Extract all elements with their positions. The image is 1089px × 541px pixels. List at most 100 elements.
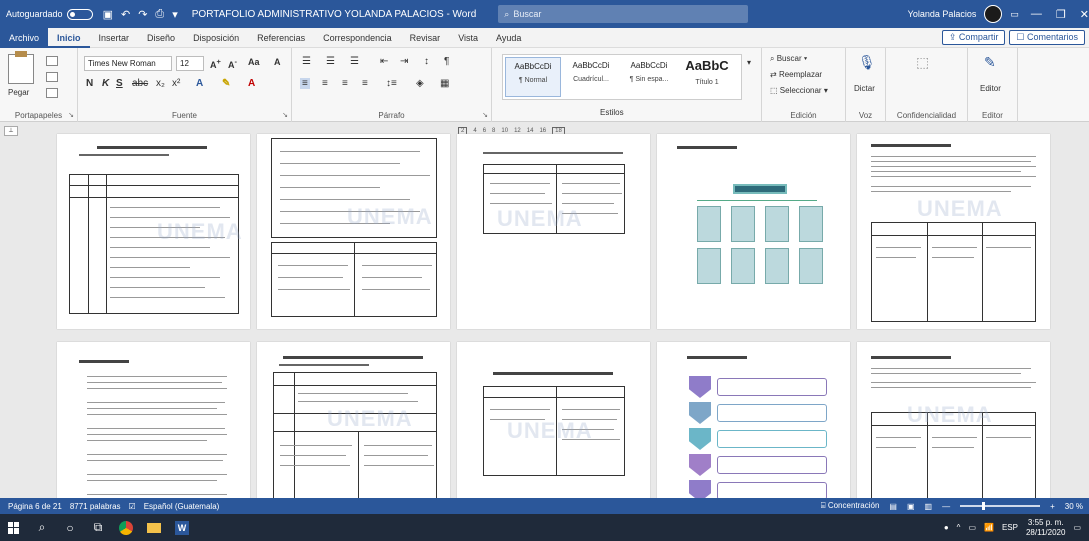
document-canvas[interactable]: ⊥ 2 4 6 8 10 12 14 16 18 UNEMA UNEMA UNE… <box>0 122 1089 512</box>
cortana-icon[interactable]: ○ <box>56 514 84 541</box>
language-status[interactable]: Español (Guatemala) <box>144 502 220 511</box>
decrease-indent-icon[interactable]: ⇤ <box>380 56 388 67</box>
keyboard-language[interactable]: ESP <box>1002 523 1018 532</box>
page-thumbnail[interactable] <box>657 342 850 512</box>
page-thumbnail[interactable]: UNEMA <box>857 134 1050 329</box>
save-icon[interactable]: ▣ <box>103 8 113 21</box>
zoom-slider[interactable] <box>960 502 1041 510</box>
justify-icon[interactable]: ≡ <box>362 78 368 89</box>
editor-button[interactable]: Editor <box>980 84 1001 93</box>
notifications-icon[interactable]: ▭ <box>1073 523 1081 532</box>
battery-icon[interactable]: ▭ <box>968 523 976 532</box>
task-view-icon[interactable]: ⧉ <box>84 514 112 541</box>
print-icon[interactable]: ⎙ <box>155 8 164 21</box>
file-explorer-icon[interactable] <box>140 514 168 541</box>
font-color-icon[interactable]: A <box>248 78 255 89</box>
tab-diseno[interactable]: Diseño <box>138 28 184 48</box>
line-spacing-icon[interactable]: ↕≡ <box>386 78 397 89</box>
dictate-button[interactable]: Dictar <box>854 84 875 93</box>
tab-archivo[interactable]: Archivo <box>0 27 49 48</box>
superscript-icon[interactable]: x² <box>172 78 180 89</box>
page-thumbnail[interactable]: UNEMA <box>257 134 450 329</box>
user-area[interactable]: Yolanda Palacios ▭ <box>908 5 1019 23</box>
tab-disposicion[interactable]: Disposición <box>184 28 248 48</box>
microphone-icon[interactable]: 🎙 <box>858 54 876 71</box>
clear-format-icon[interactable]: A <box>274 57 281 67</box>
numbering-icon[interactable]: ☰ <box>326 56 335 67</box>
word-app-icon[interactable]: W <box>168 514 196 541</box>
replace-button[interactable]: ⇄ Reemplazar <box>770 70 822 79</box>
show-marks-icon[interactable]: ¶ <box>444 56 449 67</box>
copy-icon[interactable] <box>46 72 58 82</box>
start-button[interactable] <box>0 514 28 541</box>
tab-insertar[interactable]: Insertar <box>90 28 139 48</box>
shrink-font-icon[interactable]: A- <box>228 57 237 70</box>
bullets-icon[interactable]: ☰ <box>302 56 311 67</box>
font-size-box[interactable]: 12 <box>176 56 204 71</box>
tab-referencias[interactable]: Referencias <box>248 28 314 48</box>
customize-icon[interactable]: ▾ <box>172 8 178 21</box>
clock[interactable]: 3:55 p. m. 28/11/2020 <box>1026 518 1065 538</box>
page-thumbnail[interactable]: UNEMA <box>257 342 450 512</box>
search-box[interactable]: ⌕ Buscar <box>498 5 749 23</box>
format-painter-icon[interactable] <box>46 88 58 98</box>
undo-icon[interactable]: ↶ <box>121 8 130 21</box>
align-right-icon[interactable]: ≡ <box>342 78 348 89</box>
page-thumbnail[interactable] <box>657 134 850 329</box>
page-thumbnail[interactable]: UNEMA <box>57 134 250 329</box>
tab-ayuda[interactable]: Ayuda <box>487 28 530 48</box>
focus-mode-button[interactable]: ⌸ Concentración <box>821 501 880 511</box>
highlight-icon[interactable]: ✎ <box>222 78 230 89</box>
strikethrough-icon[interactable]: abc <box>132 78 148 89</box>
people-icon[interactable]: ● <box>944 523 949 532</box>
restore-icon[interactable]: ❐ <box>1056 8 1066 21</box>
print-layout-icon[interactable]: ▣ <box>907 502 915 511</box>
underline-icon[interactable]: S <box>116 78 123 89</box>
page-thumbnail[interactable]: UNEMA <box>857 342 1050 512</box>
select-button[interactable]: ⬚ Seleccionar ▾ <box>770 86 828 95</box>
font-name-box[interactable]: Times New Roman <box>84 56 172 71</box>
web-layout-icon[interactable]: ▥ <box>925 502 933 511</box>
proofing-icon[interactable]: ☑ <box>129 502 136 511</box>
editor-icon[interactable]: ✎ <box>984 54 996 71</box>
find-button[interactable]: ⌕ Buscar ▾ <box>770 54 807 64</box>
style-cuadricula[interactable]: AaBbCcDi Cuadrícul... <box>563 57 619 97</box>
paragraph-launcher-icon[interactable]: ↘ <box>482 111 488 119</box>
page-thumbnail[interactable] <box>57 342 250 512</box>
minimize-icon[interactable]: — <box>1031 8 1042 21</box>
text-effects-icon[interactable]: A <box>196 78 203 89</box>
font-launcher-icon[interactable]: ↘ <box>282 111 288 119</box>
borders-icon[interactable]: ▦ <box>440 78 449 89</box>
chrome-icon[interactable] <box>112 514 140 541</box>
cut-icon[interactable] <box>46 56 58 66</box>
tab-correspondencia[interactable]: Correspondencia <box>314 28 401 48</box>
share-button[interactable]: ⇪ Compartir <box>941 30 1006 45</box>
align-center-icon[interactable]: ≡ <box>322 78 328 89</box>
avatar[interactable] <box>984 5 1003 23</box>
subscript-icon[interactable]: x₂ <box>156 78 165 89</box>
tray-arrow-icon[interactable]: ^ <box>957 523 961 532</box>
clipboard-launcher-icon[interactable]: ↘ <box>68 111 74 119</box>
page-thumbnail[interactable]: UNEMA <box>457 134 650 329</box>
autosave-toggle[interactable] <box>66 8 93 20</box>
zoom-out-icon[interactable]: — <box>942 502 950 511</box>
close-icon[interactable]: ✕ <box>1080 8 1089 21</box>
increase-indent-icon[interactable]: ⇥ <box>400 56 408 67</box>
ruler-toggle[interactable]: ⊥ <box>4 126 18 136</box>
bold-icon[interactable]: N <box>86 78 93 89</box>
read-mode-icon[interactable]: ▤ <box>889 502 897 511</box>
tab-vista[interactable]: Vista <box>449 28 487 48</box>
italic-icon[interactable]: K <box>102 78 109 89</box>
autosave[interactable]: Autoguardado <box>6 8 93 20</box>
page-thumbnail[interactable]: UNEMA <box>457 342 650 512</box>
tab-revisar[interactable]: Revisar <box>401 28 450 48</box>
page-count[interactable]: Página 6 de 21 <box>8 502 62 511</box>
style-normal[interactable]: AaBbCcDi ¶ Normal <box>505 57 561 97</box>
paste-icon[interactable] <box>8 51 34 84</box>
comments-button[interactable]: ☐ Comentarios <box>1009 30 1085 45</box>
ribbon-display-icon[interactable]: ▭ <box>1010 9 1019 20</box>
zoom-in-icon[interactable]: + <box>1050 502 1055 511</box>
network-icon[interactable]: 📶 <box>984 523 994 532</box>
grow-font-icon[interactable]: A+ <box>210 57 221 70</box>
multilevel-list-icon[interactable]: ☰ <box>350 56 359 67</box>
